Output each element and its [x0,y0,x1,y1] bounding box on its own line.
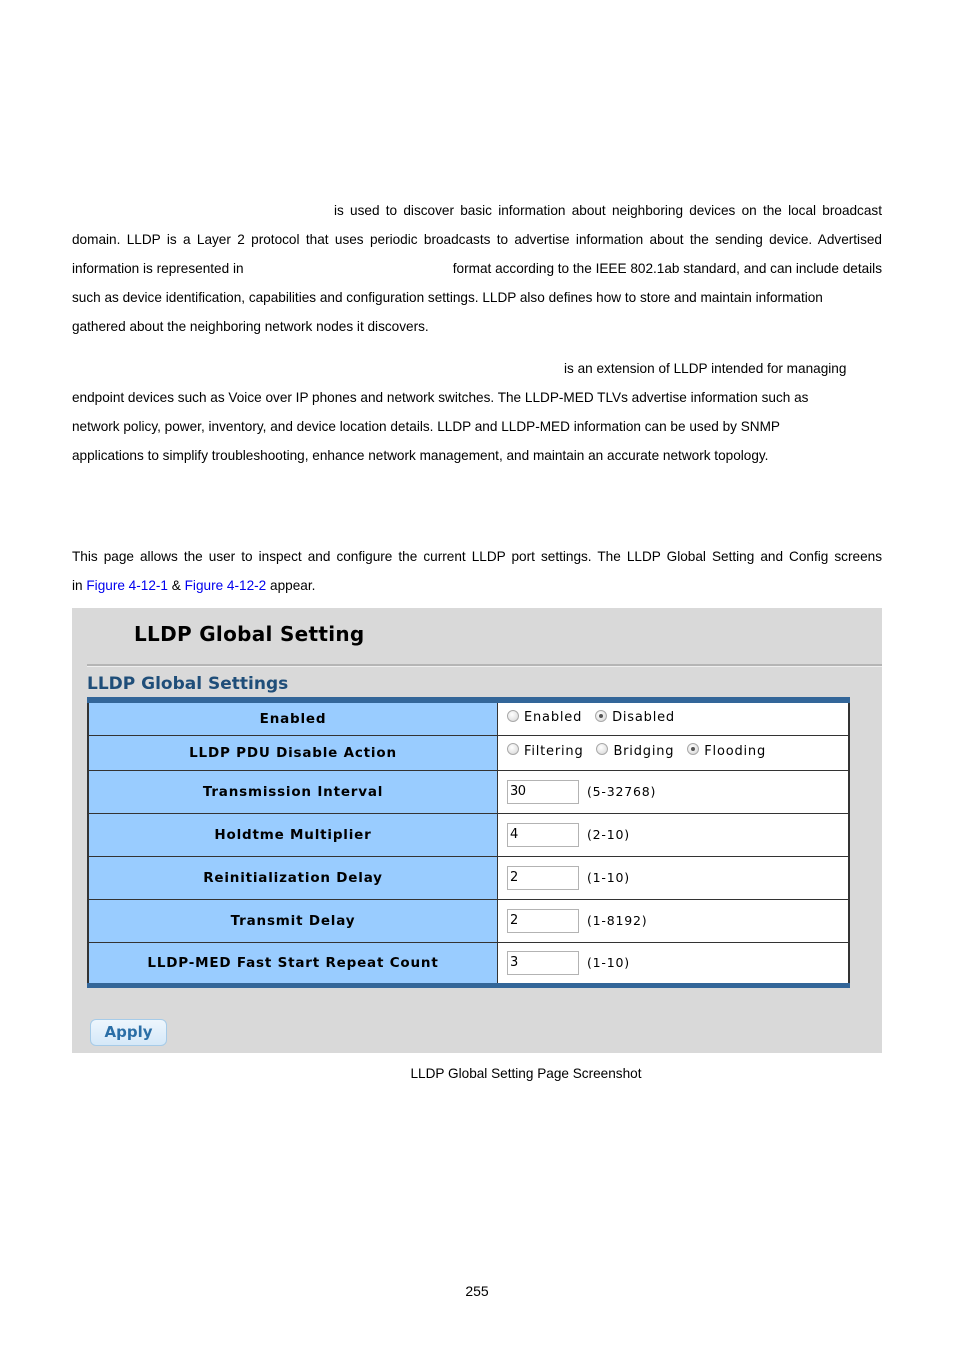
radio-option-disabled[interactable]: Disabled [595,709,675,725]
radio-button[interactable] [596,743,609,756]
text-line: network policy, power, inventory, and de… [72,419,780,434]
text-line: is an extension of LLDP intended for man… [564,361,847,376]
text-line: in Figure 4-12-1 & Figure 4-12-2 appear. [72,571,882,600]
radio-label: Disabled [612,710,675,725]
lldp-med-paragraph: is an extension of LLDP intended for man… [72,354,882,470]
pdu-disable-action-radio-group: Filtering Bridging Flooding [497,734,850,771]
enabled-radio-group: Enabled Disabled [497,699,850,736]
text-fragment: in [72,578,83,593]
text-line: applications to simplify troubleshooting… [72,448,769,463]
page-title: LLDP Global Setting [134,622,365,646]
text-line: endpoint devices such as Voice over IP p… [72,390,809,405]
lldp-settings-table: Enabled Enabled Disabled LLDP PDU Disabl… [87,697,850,988]
radio-button[interactable] [595,709,608,722]
value-cell: 2 (1-8192) [497,898,850,943]
row-label: Transmission Interval [87,769,498,814]
text-fragment: & [171,578,181,593]
section-title: LLDP Global Settings [87,674,289,694]
table-row-reinitialization-delay: Reinitialization Delay 2 (1-10) [87,855,850,900]
table-row-med-fast-start-repeat-count: LLDP-MED Fast Start Repeat Count 3 (1-10) [87,941,850,986]
lldp-intro-paragraph: is used to discover basic information ab… [72,196,882,341]
value-cell: 2 (1-10) [497,855,850,900]
divider [87,664,882,667]
holdtime-multiplier-input[interactable]: 4 [507,822,579,847]
text-line: information is represented in format acc… [72,254,882,283]
range-hint: (5-32768) [587,784,657,799]
radio-label: Filtering [524,743,584,759]
figure-4-12-1-link[interactable]: Figure 4-12-1 [86,578,168,593]
text-fragment: appear. [270,578,316,593]
range-hint: (1-10) [587,955,630,970]
page-number: 255 [465,1283,489,1299]
radio-label: Bridging [613,743,675,759]
text-line: domain. LLDP is a Layer 2 protocol that … [72,232,882,247]
range-hint: (1-10) [587,870,630,885]
radio-option-enabled[interactable]: Enabled [507,709,583,725]
radio-option-filtering[interactable]: Filtering [507,743,584,759]
transmission-interval-input[interactable]: 30 [507,779,579,804]
row-label: Reinitialization Delay [87,855,498,900]
row-label: Transmit Delay [87,898,498,943]
radio-button[interactable] [507,709,519,722]
text-line: gathered about the neighboring network n… [72,319,429,334]
radio-button[interactable] [687,743,700,756]
row-label: LLDP-MED Fast Start Repeat Count [87,941,498,986]
text-line: such as device identification, capabilit… [72,290,823,305]
table-row-pdu-disable-action: LLDP PDU Disable Action Filtering Bridgi… [87,734,850,771]
radio-label: Enabled [524,710,583,725]
row-label: Enabled [87,699,498,736]
reinitialization-delay-input[interactable]: 2 [507,865,579,890]
value-cell: 3 (1-10) [497,941,850,986]
radio-option-flooding[interactable]: Flooding [687,743,767,759]
row-label: LLDP PDU Disable Action [87,734,498,771]
transmit-delay-input[interactable]: 2 [507,908,579,933]
table-row-transmission-interval: Transmission Interval 30 (5-32768) [87,769,850,814]
value-cell: 4 (2-10) [497,812,850,857]
med-fast-start-repeat-count-input[interactable]: 3 [507,950,579,975]
radio-label: Flooding [704,743,767,759]
text-fragment: information is represented in [72,261,244,276]
radio-button[interactable] [507,743,519,756]
range-hint: (2-10) [587,827,630,842]
range-hint: (1-8192) [587,913,648,928]
table-row-transmit-delay: Transmit Delay 2 (1-8192) [87,898,850,943]
apply-button[interactable]: Apply [90,1019,167,1046]
text-line: This page allows the user to inspect and… [72,549,882,564]
text-fragment: format according to the IEEE 802.1ab sta… [452,261,882,276]
row-label: Holdtme Multiplier [87,812,498,857]
text-line: is used to discover basic information ab… [334,203,882,218]
table-row-holdtime-multiplier: Holdtme Multiplier 4 (2-10) [87,812,850,857]
lldp-global-setting-screenshot: LLDP Global Setting LLDP Global Settings… [72,608,882,1053]
value-cell: 30 (5-32768) [497,769,850,814]
page-description-paragraph: This page allows the user to inspect and… [72,542,882,600]
figure-caption: LLDP Global Setting Page Screenshot [410,1066,642,1081]
table-row-enabled: Enabled Enabled Disabled [87,699,850,736]
figure-4-12-2-link[interactable]: Figure 4-12-2 [185,578,267,593]
radio-option-bridging[interactable]: Bridging [596,743,675,759]
